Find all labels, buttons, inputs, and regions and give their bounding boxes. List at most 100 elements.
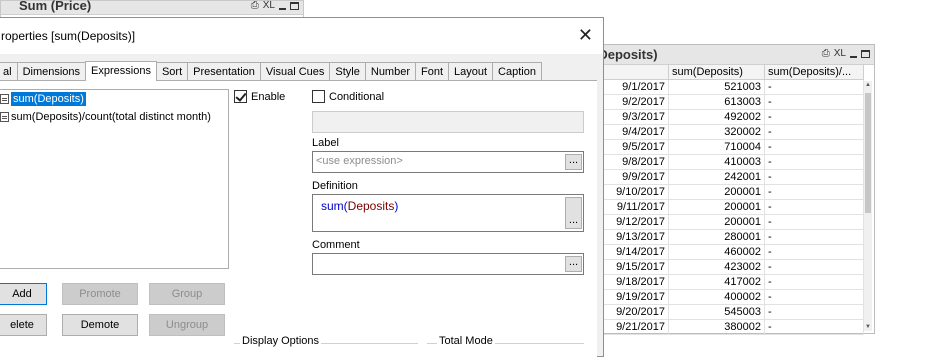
column-header-sum-deposits[interactable]: sum(Deposits) <box>669 65 765 80</box>
print-icon[interactable]: ⎙ <box>251 0 259 13</box>
table-vertical-scrollbar[interactable]: ▲ ▼ <box>864 81 872 331</box>
sum-cell: 200001 <box>669 185 765 199</box>
sum-cell: 460002 <box>669 245 765 259</box>
dialog-title: roperties [sum(Deposits)] <box>1 29 136 43</box>
comment-ellipsis-button[interactable]: ... <box>565 256 582 272</box>
ratio-cell: - <box>765 320 864 334</box>
tab-number[interactable]: Number <box>364 62 416 81</box>
sum-cell: 200001 <box>669 200 765 214</box>
dialog-titlebar: roperties [sum(Deposits)] ✕ <box>0 18 603 54</box>
print-icon[interactable]: ⎙ <box>822 47 830 61</box>
date-cell: 9/5/2017 <box>594 140 669 154</box>
label-input[interactable]: <use expression> ... <box>312 151 584 173</box>
scroll-down-icon[interactable]: ▼ <box>864 323 872 331</box>
tab-visual-cues[interactable]: Visual Cues <box>259 62 331 81</box>
display-options-title: Display Options <box>240 335 322 347</box>
ratio-cell: - <box>765 260 864 274</box>
excel-export-icon[interactable]: XL <box>263 0 275 13</box>
table-row[interactable]: 9/2/2017 613003- <box>594 95 864 110</box>
date-cell: 9/20/2017 <box>594 305 669 319</box>
tab-al[interactable]: al <box>0 62 18 81</box>
label-ellipsis-button[interactable]: ... <box>565 154 582 170</box>
minimize-icon[interactable] <box>279 8 286 10</box>
promote-button[interactable]: Promote <box>62 283 138 305</box>
table-row[interactable]: 9/14/2017 460002- <box>594 245 864 260</box>
add-button[interactable]: Add <box>0 283 47 305</box>
sum-cell: 492002 <box>669 110 765 124</box>
date-cell: 9/14/2017 <box>594 245 669 259</box>
sum-cell: 280001 <box>669 230 765 244</box>
tab-caption[interactable]: Caption <box>492 62 542 81</box>
table-row[interactable]: 9/4/2017 320002- <box>594 125 864 140</box>
table-row[interactable]: 9/12/2017 200001- <box>594 215 864 230</box>
comment-input[interactable]: ... <box>312 253 584 275</box>
table-row[interactable]: 9/13/2017 280001- <box>594 230 864 245</box>
tab-sort[interactable]: Sort <box>155 62 189 81</box>
date-cell: 9/4/2017 <box>594 125 669 139</box>
maximize-icon[interactable] <box>861 50 870 58</box>
conditional-label: Conditional <box>329 90 385 103</box>
conditional-input[interactable] <box>312 111 584 133</box>
date-cell: 9/12/2017 <box>594 215 669 229</box>
tab-dimensions[interactable]: Dimensions <box>16 62 87 81</box>
table-row[interactable]: 9/5/2017 710004- <box>594 140 864 155</box>
conditional-checkbox-box[interactable] <box>312 90 325 103</box>
delete-button[interactable]: elete <box>0 314 47 336</box>
definition-ellipsis-button[interactable]: ... <box>565 197 582 229</box>
sum-cell: 380002 <box>669 320 765 334</box>
column-header-ratio[interactable]: sum(Deposits)/... <box>765 65 864 80</box>
ratio-cell: - <box>765 215 864 229</box>
sum-price-title: Sum (Price) <box>19 0 92 13</box>
tab-layout[interactable]: Layout <box>448 62 494 81</box>
ungroup-button[interactable]: Ungroup <box>149 314 225 336</box>
definition-input[interactable]: sum(Deposits) ... <box>312 194 584 232</box>
table-row[interactable]: 9/21/2017 380002- <box>594 320 864 335</box>
sum-cell: 410003 <box>669 155 765 169</box>
date-cell: 9/9/2017 <box>594 170 669 184</box>
group-button[interactable]: Group <box>149 283 225 305</box>
expressions-list[interactable]: sum(Deposits) sum(Deposits)/count(total d… <box>0 89 229 269</box>
table-row[interactable]: 9/8/2017 410003- <box>594 155 864 170</box>
definition-close-paren: ) <box>394 199 399 213</box>
expression-label: sum(Deposits) <box>11 92 86 106</box>
tab-font[interactable]: Font <box>415 62 450 81</box>
enable-checkbox[interactable]: Enable <box>234 90 285 103</box>
table-row[interactable]: 9/10/2017 200001- <box>594 185 864 200</box>
table-row[interactable]: 9/20/2017 545003- <box>594 305 864 320</box>
close-icon[interactable]: ✕ <box>578 25 593 46</box>
demote-button[interactable]: Demote <box>62 314 138 336</box>
deposits-table-caption: (Deposits) ⎙ XL <box>594 45 874 65</box>
scrollbar-thumb[interactable] <box>865 93 871 213</box>
sum-cell: 423002 <box>669 260 765 274</box>
table-row[interactable]: 9/11/2017 200001- <box>594 200 864 215</box>
sum-cell: 242001 <box>669 170 765 184</box>
sum-cell: 320002 <box>669 125 765 139</box>
tab-expressions[interactable]: Expressions <box>85 61 157 81</box>
table-row[interactable]: 9/3/2017 492002- <box>594 110 864 125</box>
minimize-icon[interactable] <box>850 56 857 58</box>
table-row[interactable]: 9/15/2017 423002- <box>594 260 864 275</box>
table-row[interactable]: 9/19/2017 400002- <box>594 290 864 305</box>
definition-argument: Deposits <box>347 199 395 213</box>
maximize-icon[interactable] <box>290 2 299 10</box>
date-cell: 9/3/2017 <box>594 110 669 124</box>
expression-icon <box>0 94 9 104</box>
scroll-up-icon[interactable]: ▲ <box>864 81 872 89</box>
tab-presentation[interactable]: Presentation <box>187 62 261 81</box>
date-cell: 9/19/2017 <box>594 290 669 304</box>
expression-item[interactable]: sum(Deposits)/count(total distinct month… <box>0 108 228 126</box>
tab-style[interactable]: Style <box>329 62 366 81</box>
ratio-cell: - <box>765 170 864 184</box>
enable-checkbox-box[interactable] <box>234 90 247 103</box>
conditional-checkbox[interactable]: Conditional <box>312 90 384 103</box>
column-header-date[interactable] <box>594 65 669 80</box>
date-cell: 9/11/2017 <box>594 200 669 214</box>
ratio-cell: - <box>765 200 864 214</box>
expression-item[interactable]: sum(Deposits) <box>0 90 228 108</box>
sum-cell: 613003 <box>669 95 765 109</box>
table-row[interactable]: 9/18/2017 417002- <box>594 275 864 290</box>
ratio-cell: - <box>765 95 864 109</box>
excel-export-icon[interactable]: XL <box>834 47 846 61</box>
table-row[interactable]: 9/1/2017 521003- <box>594 80 864 95</box>
table-row[interactable]: 9/9/2017 242001- <box>594 170 864 185</box>
